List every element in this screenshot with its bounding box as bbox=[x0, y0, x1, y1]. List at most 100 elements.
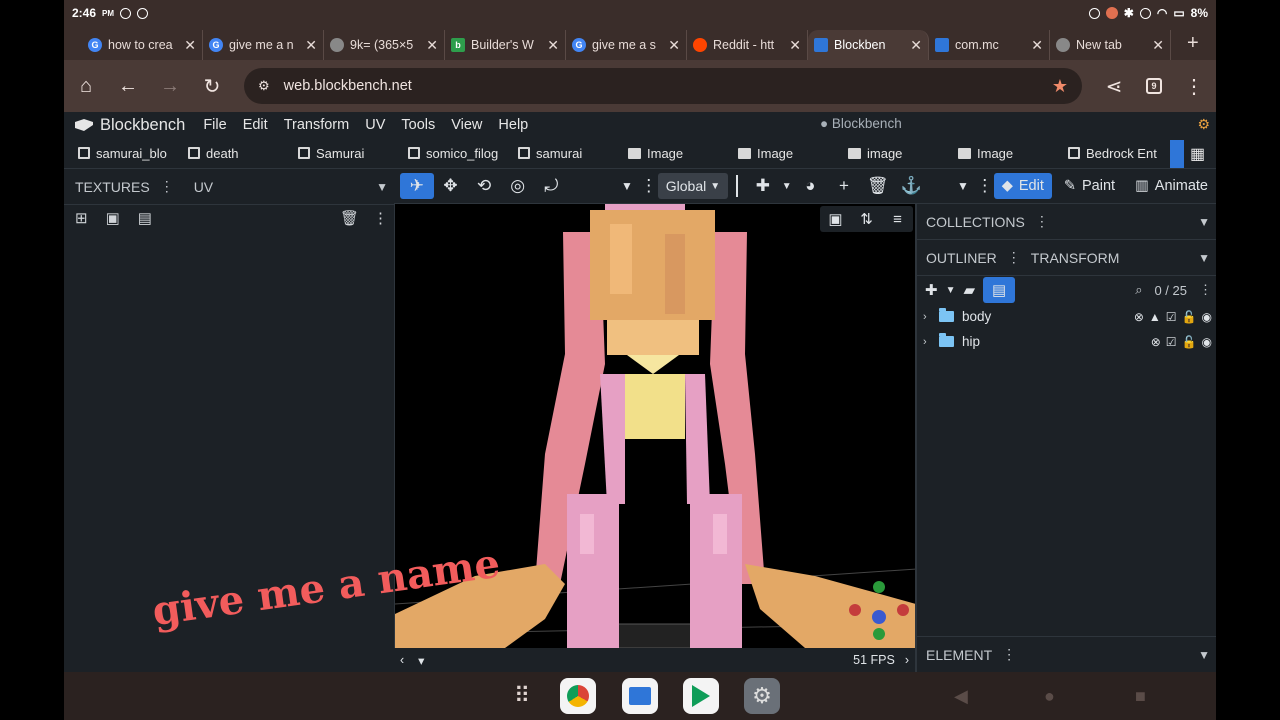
browser-tab[interactable]: com.mc ✕ bbox=[929, 30, 1050, 60]
chevron-down-icon[interactable]: ▼ bbox=[946, 285, 956, 296]
delete-icon[interactable]: 🗑 bbox=[340, 209, 359, 227]
files-app-icon[interactable] bbox=[622, 678, 658, 714]
menu-uv[interactable]: UV bbox=[365, 117, 385, 133]
lock-icon[interactable]: 🔓 bbox=[1182, 335, 1197, 349]
rotate-icon[interactable]: ⟲ bbox=[467, 173, 501, 199]
collapse-icon[interactable]: ▼ bbox=[1198, 215, 1210, 229]
more-icon[interactable]: ⋮ bbox=[640, 173, 657, 199]
import-texture-icon[interactable]: ▣ bbox=[106, 209, 120, 227]
close-tab-icon[interactable]: ✕ bbox=[789, 37, 801, 54]
reload-icon[interactable]: ↻ bbox=[202, 74, 222, 99]
chrome-app-icon[interactable] bbox=[560, 678, 596, 714]
element-header[interactable]: ELEMENT ⋮ ▼ bbox=[917, 636, 1216, 672]
recents-nav-icon[interactable]: ■ bbox=[1135, 686, 1146, 707]
close-tab-icon[interactable]: ✕ bbox=[668, 37, 680, 54]
pivot-icon[interactable]: ◎ bbox=[501, 173, 535, 199]
panel-menu-icon[interactable]: ⋮ bbox=[1007, 249, 1021, 266]
project-tab[interactable]: image bbox=[848, 146, 958, 161]
play-store-icon[interactable] bbox=[683, 678, 719, 714]
browser-tab-active[interactable]: Blockben ✕ bbox=[808, 30, 929, 60]
close-tab-icon[interactable]: ✕ bbox=[184, 37, 196, 54]
screenshot-icon[interactable]: ▾ bbox=[418, 653, 424, 668]
browser-tab[interactable]: G give me a n ✕ bbox=[203, 30, 324, 60]
panel-menu-icon[interactable]: ⋮ bbox=[1002, 646, 1016, 663]
select-checkbox-icon[interactable]: ☑ bbox=[1166, 310, 1177, 324]
collapse-icon[interactable]: ▼ bbox=[1198, 251, 1210, 265]
vertex-snap-icon[interactable]: ⤾ bbox=[535, 173, 569, 199]
browser-tab[interactable]: New tab ✕ bbox=[1050, 30, 1171, 60]
browser-tab[interactable]: G how to crea ✕ bbox=[82, 30, 203, 60]
add-texture-icon[interactable]: ⊞ bbox=[75, 209, 88, 227]
more-icon[interactable]: ⋮ bbox=[373, 209, 388, 227]
tab-switcher-button[interactable]: 9 bbox=[1146, 78, 1162, 94]
tab-outliner[interactable]: OUTLINER bbox=[926, 250, 997, 266]
toggle-options-icon[interactable]: ▤ bbox=[983, 277, 1016, 303]
project-tab[interactable]: samurai_blo bbox=[78, 146, 188, 161]
panel-menu-icon[interactable]: ⋮ bbox=[160, 178, 174, 195]
add-folder-icon[interactable]: ▰ bbox=[963, 281, 975, 299]
project-tab[interactable]: Image bbox=[958, 146, 1068, 161]
mode-paint-button[interactable]: ✎ Paint bbox=[1056, 173, 1123, 199]
menu-file[interactable]: File bbox=[203, 117, 226, 133]
export-toggle-icon[interactable]: ⊗ bbox=[1134, 310, 1144, 324]
browser-tab[interactable]: b Builder's W ✕ bbox=[445, 30, 566, 60]
chevron-right-icon[interactable]: › bbox=[923, 336, 931, 348]
shade-toggle-icon[interactable]: ▲ bbox=[1149, 310, 1161, 324]
outliner-group[interactable]: › body ⊗ ▲ ☑ 🔓 ◉ bbox=[917, 304, 1216, 329]
visibility-eye-icon[interactable]: ◉ bbox=[1202, 310, 1212, 324]
browser-tab[interactable]: Reddit - htt ✕ bbox=[687, 30, 808, 60]
share-icon[interactable]: ⋖ bbox=[1104, 74, 1124, 99]
browser-tab[interactable]: G give me a s ✕ bbox=[566, 30, 687, 60]
chevron-left-icon[interactable]: ‹ bbox=[400, 653, 404, 667]
collapse-icon[interactable]: ▼ bbox=[376, 180, 388, 194]
visibility-eye-icon[interactable]: ◉ bbox=[1202, 335, 1212, 349]
more-icon[interactable]: ⋮ bbox=[1199, 282, 1212, 298]
sliders-icon[interactable]: ⇅ bbox=[851, 206, 882, 232]
transform-space-select[interactable]: Global ▼ bbox=[657, 173, 729, 199]
forward-icon[interactable]: → bbox=[160, 75, 180, 98]
tab-overview-icon[interactable]: ▦ bbox=[1190, 144, 1205, 164]
outliner-group[interactable]: › hip ⊗ ☑ 🔓 ◉ bbox=[917, 329, 1216, 354]
lock-icon[interactable]: 🔓 bbox=[1182, 310, 1197, 324]
mirror-icon[interactable]: ◕ bbox=[794, 173, 828, 199]
search-icon[interactable]: ⌕ bbox=[1135, 282, 1142, 298]
home-nav-icon[interactable]: ● bbox=[1044, 686, 1055, 707]
anchor-icon[interactable]: ⚓ bbox=[894, 173, 928, 199]
new-tab-icon[interactable]: + bbox=[1187, 32, 1199, 55]
browser-tab[interactable]: 9k= (365×5 ✕ bbox=[324, 30, 445, 60]
chevron-right-icon[interactable]: › bbox=[905, 653, 909, 667]
project-tab[interactable]: somico_filog bbox=[408, 146, 518, 161]
image-icon[interactable]: ▣ bbox=[820, 206, 851, 232]
chevron-down-icon[interactable]: ▼ bbox=[780, 173, 794, 199]
delete-icon[interactable]: 🗑 bbox=[861, 173, 895, 199]
menu-tools[interactable]: Tools bbox=[401, 117, 435, 133]
collapse-icon[interactable]: ▼ bbox=[1198, 648, 1210, 662]
project-tab[interactable]: Image bbox=[738, 146, 848, 161]
chrome-menu-icon[interactable]: ⋮ bbox=[1184, 74, 1204, 99]
site-settings-icon[interactable]: ⚙ bbox=[258, 78, 270, 94]
close-tab-icon[interactable]: ✕ bbox=[305, 37, 317, 54]
app-drawer-icon[interactable]: ⠿ bbox=[504, 678, 540, 714]
panel-menu-icon[interactable]: ⋮ bbox=[1035, 213, 1049, 230]
add-icon[interactable]: ✚ bbox=[746, 173, 780, 199]
menu-transform[interactable]: Transform bbox=[284, 117, 350, 133]
add-icon[interactable]: ✚ bbox=[925, 281, 938, 299]
project-tab[interactable]: Image bbox=[628, 146, 738, 161]
home-icon[interactable]: ⌂ bbox=[76, 75, 96, 98]
chevron-down-icon[interactable]: ▼ bbox=[946, 173, 980, 199]
menu-view[interactable]: View bbox=[451, 117, 482, 133]
texture-folder-icon[interactable]: ▤ bbox=[138, 209, 152, 227]
project-tab[interactable]: death bbox=[188, 146, 298, 161]
menu-help[interactable]: Help bbox=[498, 117, 528, 133]
settings-app-icon[interactable]: ⚙ bbox=[744, 678, 780, 714]
project-tab[interactable]: samurai bbox=[518, 146, 628, 161]
tab-uv[interactable]: UV bbox=[194, 179, 213, 195]
move-tool-icon[interactable]: ✈ bbox=[400, 173, 434, 199]
menu-edit[interactable]: Edit bbox=[243, 117, 268, 133]
close-tab-icon[interactable]: ✕ bbox=[547, 37, 559, 54]
add-cube-icon[interactable]: + bbox=[827, 173, 861, 199]
translate-icon[interactable]: ✥ bbox=[434, 173, 468, 199]
close-tab-icon[interactable]: ✕ bbox=[426, 37, 438, 54]
more-icon[interactable]: ⋮ bbox=[976, 173, 993, 199]
close-tab-icon[interactable]: ✕ bbox=[1031, 37, 1043, 54]
